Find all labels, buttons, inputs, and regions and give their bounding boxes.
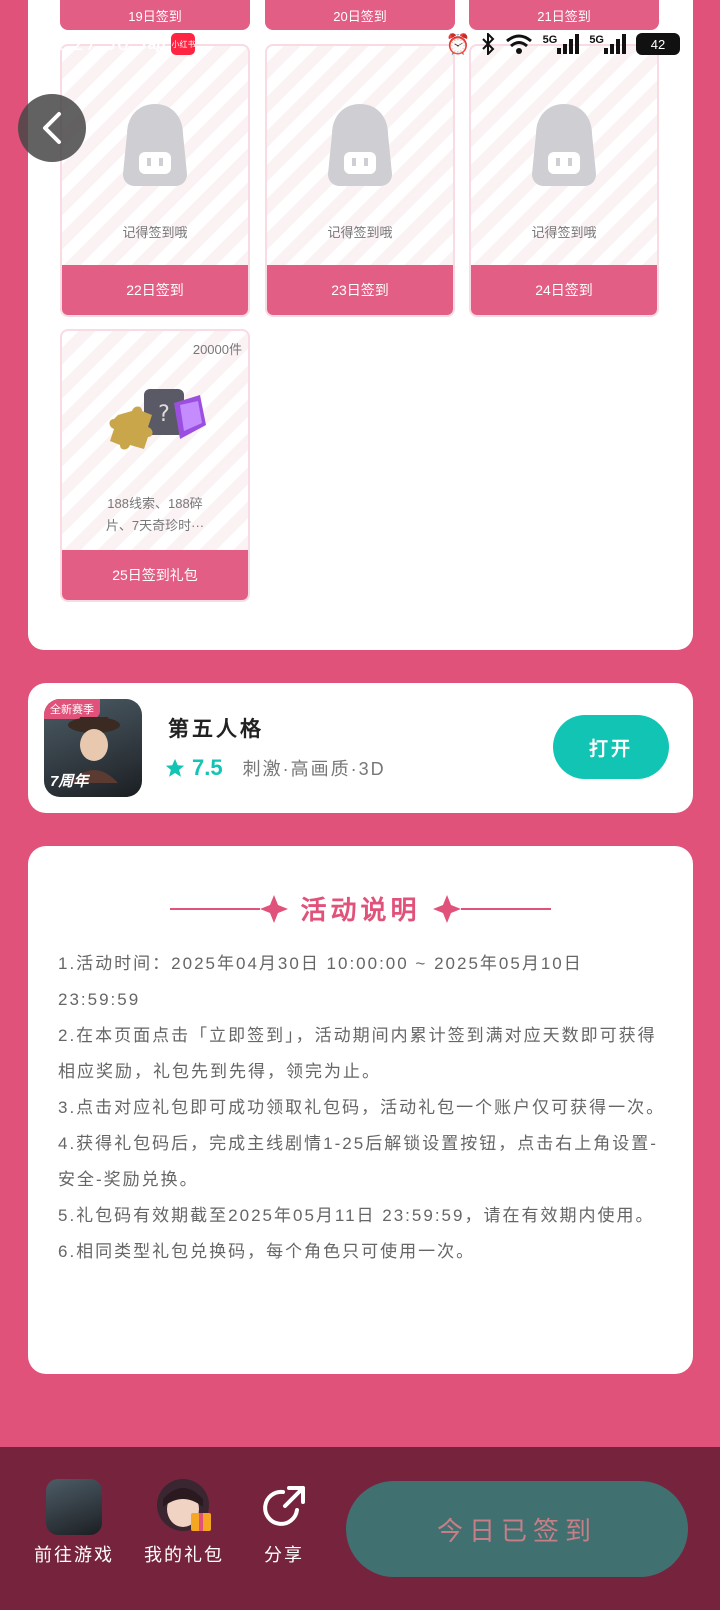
description-item: 3.点击对应礼包即可成功领取礼包码，活动礼包一个账户仅可获得一次。 — [58, 1098, 666, 1117]
gift-card-25[interactable]: 20000件 ? 188线索、188碎 片、7天奇珍时··· 25日签到礼包 — [60, 329, 250, 602]
anniversary-badge: 7周年 — [50, 773, 89, 790]
description-header: 活动说明 — [28, 890, 693, 927]
gift-items-icon: ? — [109, 389, 206, 450]
gift-description: 188线索、188碎 片、7天奇珍时··· — [105, 496, 205, 533]
day-label: 24日签到 — [471, 265, 657, 315]
bottom-action-bar: 前往游戏 我的礼包 分享 今日已签到 — [0, 1447, 720, 1610]
game-icon[interactable]: 全新赛季 7周年 — [44, 699, 142, 797]
status-bar: 02:27:56 Tap 小红书 ⏰ 5G 5G 42 — [0, 26, 720, 62]
rating-value: 7.5 — [192, 755, 223, 780]
character-placeholder-icon — [328, 104, 392, 186]
day-label: 23日签到 — [267, 265, 453, 315]
description-item: 4.获得礼包码后，完成主线剧情1-25后解锁设置按钮，点击右上角设置-安全-奖励… — [58, 1134, 658, 1189]
description-item: 1.活动时间：2025年04月30日 10:00:00 ~ 2025年05月10… — [58, 954, 583, 1009]
battery-icon: 42 — [636, 33, 680, 55]
day-card-22[interactable]: 记得签到哦 22日签到 — [60, 44, 250, 317]
day-card-23[interactable]: 记得签到哦 23日签到 — [265, 44, 455, 317]
day-label: 25日签到礼包 — [62, 550, 248, 600]
alarm-icon: ⏰ — [445, 33, 471, 56]
goto-game-button[interactable]: 前往游戏 — [34, 1479, 114, 1567]
my-gifts-button[interactable]: 我的礼包 — [144, 1477, 224, 1567]
goto-game-label: 前往游戏 — [34, 1545, 114, 1565]
back-button[interactable] — [18, 94, 86, 162]
description-item: 2.在本页面点击「立即签到」，活动期间内累计签到满对应天数即可获得相应奖励，礼包… — [58, 1026, 657, 1081]
xiaohongshu-app-icon: 小红书 — [171, 33, 196, 55]
character-placeholder-icon — [123, 104, 187, 186]
bluetooth-icon — [481, 33, 495, 55]
share-label: 分享 — [264, 1545, 304, 1565]
title-decoration-right-icon — [432, 894, 551, 923]
share-icon — [263, 1486, 305, 1526]
status-time: 02:27:56 — [40, 33, 130, 55]
sign-hint: 记得签到哦 — [327, 225, 393, 240]
my-gifts-label: 我的礼包 — [144, 1545, 224, 1565]
title-decoration-left-icon — [170, 894, 289, 923]
day-card-24[interactable]: 记得签到哦 24日签到 — [469, 44, 659, 317]
description-item: 5.礼包码有效期截至2025年05月11日 23:59:59，请在有效期内使用。 — [58, 1206, 655, 1225]
sign-hint: 记得签到哦 — [531, 225, 597, 240]
game-rating: 7.5 刺激·高画质·3D — [164, 755, 386, 781]
gift-character-icon — [157, 1479, 211, 1531]
game-name: 第五人格 — [168, 718, 264, 741]
gift-count: 20000件 — [192, 342, 242, 357]
wifi-icon — [505, 34, 532, 54]
sign-hint: 记得签到哦 — [122, 225, 188, 240]
game-tags: 刺激·高画质·3D — [242, 759, 386, 779]
signal-1-icon: 5G — [543, 34, 580, 54]
character-placeholder-icon — [532, 104, 596, 186]
chevron-left-icon — [43, 112, 61, 144]
signed-in-today-button[interactable]: 今日已签到 — [346, 1481, 688, 1577]
svg-text:?: ? — [158, 402, 170, 427]
description-item: 6.相同类型礼包兑换码，每个角色只可使用一次。 — [58, 1242, 476, 1261]
open-game-button[interactable]: 打开 — [553, 715, 669, 779]
activity-description-card: 活动说明 1.活动时间：2025年04月30日 10:00:00 ~ 2025年… — [28, 846, 693, 1374]
day-label: 22日签到 — [62, 265, 248, 315]
game-info-card: 全新赛季 7周年 第五人格 7.5 刺激·高画质·3D 打开 — [28, 683, 693, 813]
share-button[interactable]: 分享 — [256, 1479, 312, 1567]
description-title: 活动说明 — [300, 895, 421, 925]
signal-2-icon: 5G — [589, 34, 626, 54]
star-icon — [165, 758, 185, 777]
description-list: 1.活动时间：2025年04月30日 10:00:00 ~ 2025年05月10… — [58, 946, 668, 1270]
tap-app-icon: Tap — [139, 35, 166, 53]
game-icon — [46, 1479, 102, 1535]
